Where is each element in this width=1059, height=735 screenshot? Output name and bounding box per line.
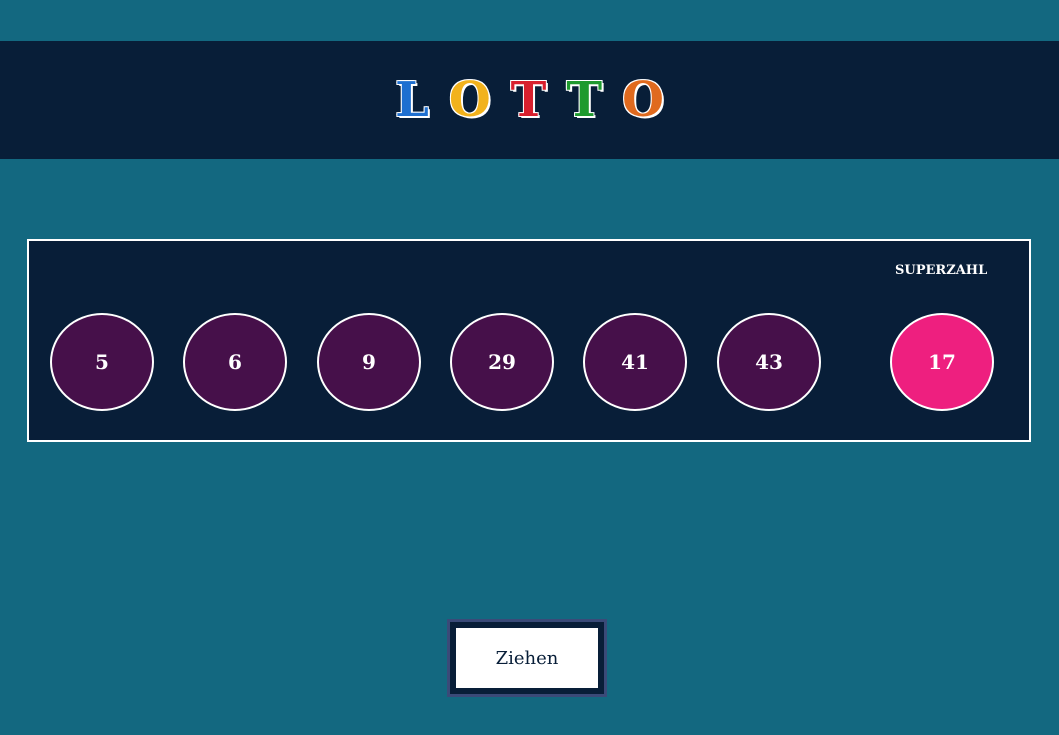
lotto-ball: 41 <box>583 313 687 411</box>
logo-letter-o: O <box>448 72 491 128</box>
lotto-logo: L O T T O <box>0 41 1059 159</box>
draw-button[interactable]: Ziehen <box>447 619 607 697</box>
lotto-ball: 9 <box>317 313 421 411</box>
header-bar: L O T T O <box>0 41 1059 159</box>
lotto-ball: 29 <box>450 313 554 411</box>
superzahl-ball: 17 <box>890 313 994 411</box>
superzahl-label: SUPERZAHL <box>895 263 988 278</box>
logo-letter-l: L <box>395 72 429 128</box>
logo-letter-t: T <box>566 72 603 128</box>
draw-results-panel: SUPERZAHL 5 6 9 29 41 43 17 <box>27 239 1031 442</box>
logo-letter-t: T <box>510 72 547 128</box>
logo-letter-o: O <box>622 72 664 128</box>
lotto-ball: 43 <box>717 313 821 411</box>
lotto-ball: 5 <box>50 313 154 411</box>
lotto-ball: 6 <box>183 313 287 411</box>
